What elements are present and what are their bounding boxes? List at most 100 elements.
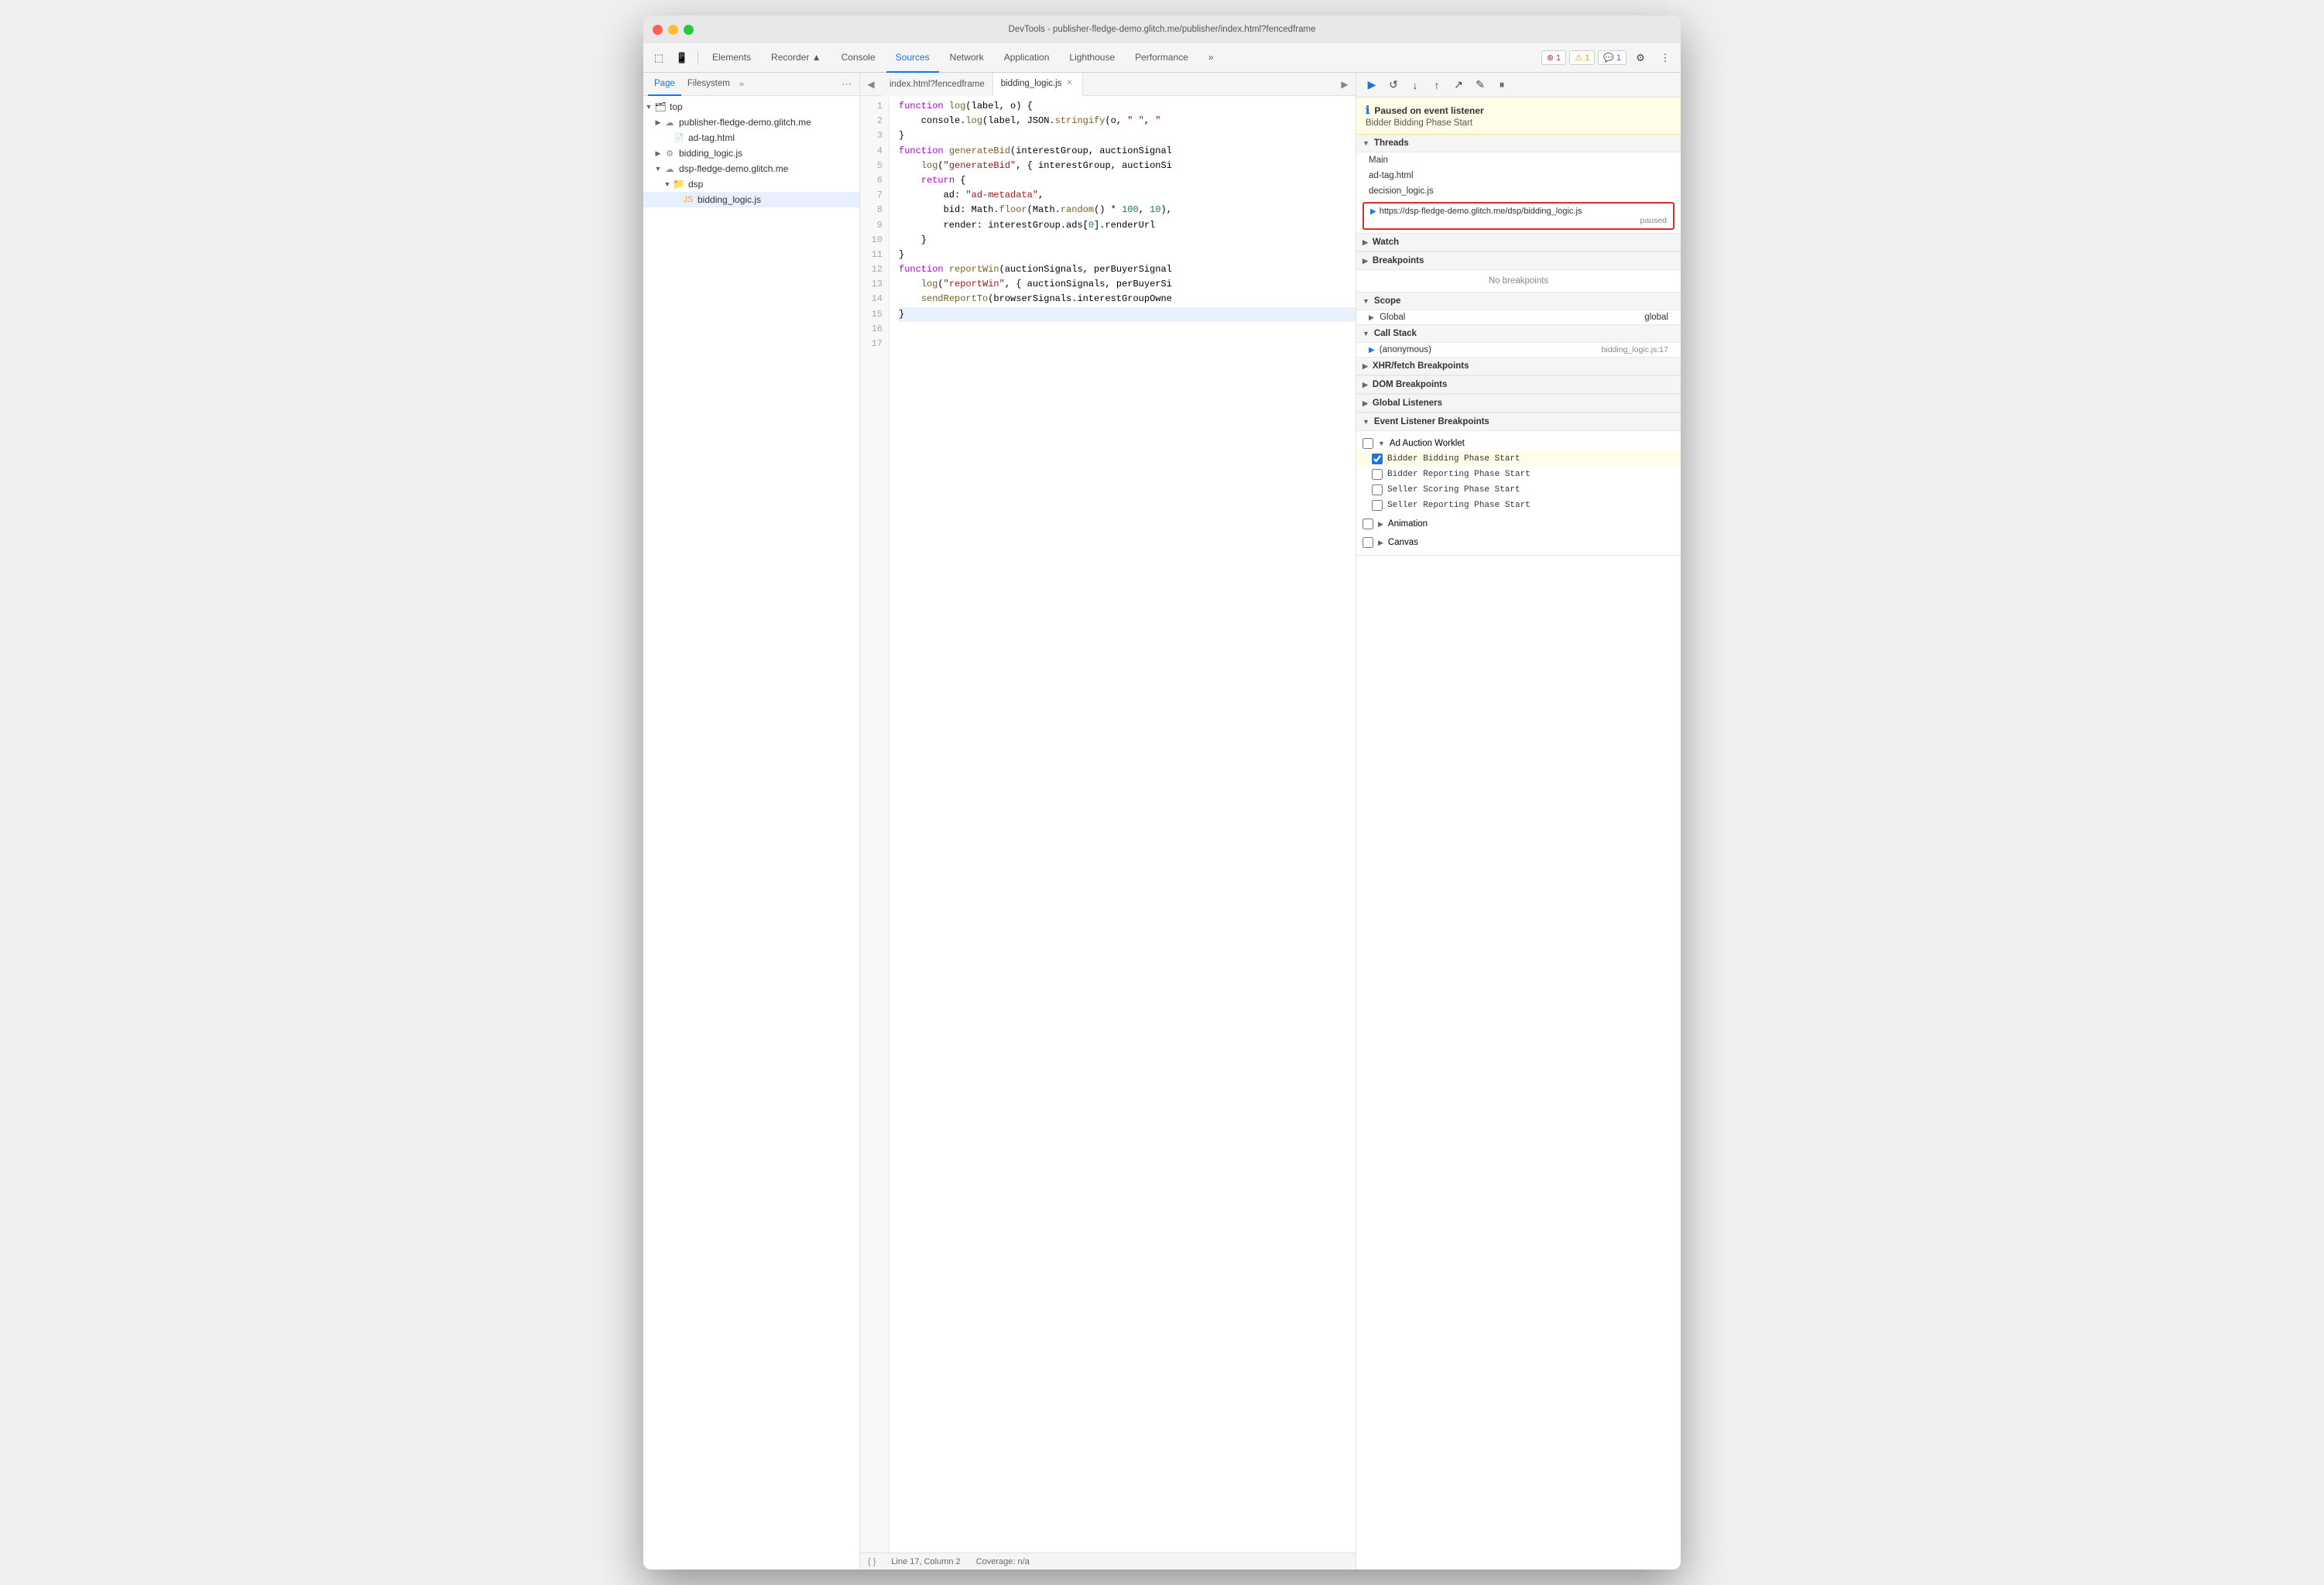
resume-button[interactable]: ▶ [1363, 76, 1381, 94]
tab-recorder[interactable]: Recorder ▲ [762, 43, 831, 73]
main-content: Page Filesystem » ⋯ ▼ 🗂 top ▶ ☁ publishe… [643, 73, 1681, 1570]
panel-tab-more[interactable]: » [739, 80, 744, 89]
code-line-16: sendReportTo(browserSignals.interestGrou… [899, 292, 1356, 306]
tree-label-bidding-gear: bidding_logic.js [679, 148, 742, 159]
folder-icon: 🗂 [654, 101, 667, 113]
tree-item-adtag[interactable]: ▶ 📄 ad-tag.html [643, 130, 859, 145]
device-emulation-button[interactable]: 📱 [671, 47, 693, 69]
tab-filesystem[interactable]: Filesystem [681, 73, 736, 96]
tab-application[interactable]: Application [995, 43, 1059, 73]
threads-label: Threads [1374, 139, 1409, 148]
warn-badge[interactable]: ⚠ 1 [1569, 50, 1595, 65]
step-out-button[interactable]: ↑ [1428, 76, 1446, 94]
tree-label-dsp: dsp [688, 179, 703, 190]
global-listeners-header[interactable]: ▶ Global Listeners [1356, 395, 1681, 413]
code-line-12: } [899, 248, 1356, 262]
tree-label-dsp-host: dsp-fledge-demo.glitch.me [679, 163, 788, 174]
bp-bidder-reporting-start[interactable]: Bidder Reporting Phase Start [1356, 467, 1681, 482]
chevron-down-icon-3: ▼ [662, 180, 673, 188]
bp-group-ad-auction-header[interactable]: ▼ Ad Auction Worklet [1356, 436, 1681, 451]
editor-tab-nav-left[interactable]: ◀ [860, 73, 882, 96]
editor-tab-index[interactable]: index.html?fencedframe [882, 73, 993, 96]
step-into-button[interactable]: ↓ [1406, 76, 1424, 94]
breakpoints-section-header[interactable]: ▶ Breakpoints [1356, 252, 1681, 270]
minimize-button[interactable] [668, 25, 678, 35]
code-editor[interactable]: 1 2 3 4 5 6 7 8 9 10 11 12 13 14 15 16 1 [860, 96, 1356, 1552]
tree-item-bidding-js[interactable]: ▶ JS bidding_logic.js [643, 192, 859, 207]
callstack-item-anon[interactable]: ▶ (anonymous) bidding_logic.js:17 [1356, 343, 1681, 357]
bp-group-animation-header[interactable]: ▶ Animation [1356, 516, 1681, 532]
thread-highlighted[interactable]: ▶ https://dsp-fledge-demo.glitch.me/dsp/… [1363, 202, 1674, 230]
tree-item-top[interactable]: ▼ 🗂 top [643, 99, 859, 115]
tab-console[interactable]: Console [832, 43, 885, 73]
error-badge[interactable]: ⊗ 1 [1541, 50, 1566, 65]
bp-bidder-reporting-start-label: Bidder Reporting Phase Start [1387, 470, 1530, 479]
bp-group-animation-checkbox[interactable] [1363, 519, 1373, 529]
bp-group-animation: ▶ Animation [1356, 515, 1681, 533]
format-icon[interactable]: { } [868, 1557, 876, 1566]
xhr-breakpoints-label: XHR/fetch Breakpoints [1373, 361, 1469, 371]
chevron-right-icon-scope-global: ▶ [1369, 313, 1374, 321]
thread-adtag[interactable]: ad-tag.html [1356, 168, 1681, 183]
bp-seller-scoring-start-checkbox[interactable] [1372, 484, 1383, 495]
watch-section-header[interactable]: ▶ Watch [1356, 234, 1681, 252]
close-button[interactable] [653, 25, 663, 35]
bp-seller-scoring-start[interactable]: Seller Scoring Phase Start [1356, 482, 1681, 498]
info-badge[interactable]: 💬 1 [1598, 50, 1626, 65]
bp-seller-reporting-start[interactable]: Seller Reporting Phase Start [1356, 498, 1681, 513]
tab-lighthouse[interactable]: Lighthouse [1060, 43, 1124, 73]
elb-content: ▼ Ad Auction Worklet Bidder Bidding Phas… [1356, 431, 1681, 555]
tab-page[interactable]: Page [648, 73, 681, 96]
code-line-2: console.log(label, JSON.stringify(o, " "… [899, 114, 1356, 128]
tree-item-dsp-host[interactable]: ▼ ☁ dsp-fledge-demo.glitch.me [643, 161, 859, 176]
call-stack-section-header[interactable]: ▼ Call Stack [1356, 325, 1681, 343]
code-line-15: log("reportWin", { auctionSignals, perBu… [899, 277, 1356, 292]
tree-item-bidding-gear[interactable]: ▶ ⚙ bidding_logic.js [643, 145, 859, 161]
gear-icon: ⚙ [663, 147, 676, 159]
bp-bidder-bidding-start[interactable]: Bidder Bidding Phase Start [1356, 451, 1681, 467]
threads-section: ▼ Threads Main ad-tag.html decision_logi… [1356, 135, 1681, 234]
tab-network[interactable]: Network [941, 43, 993, 73]
tab-performance[interactable]: Performance [1126, 43, 1198, 73]
threads-section-header[interactable]: ▼ Threads [1356, 135, 1681, 152]
bp-bidder-reporting-start-checkbox[interactable] [1372, 469, 1383, 480]
bp-seller-reporting-start-checkbox[interactable] [1372, 500, 1383, 511]
maximize-button[interactable] [684, 25, 694, 35]
code-line-17: } [899, 307, 1356, 322]
thread-main[interactable]: Main [1356, 152, 1681, 168]
bp-group-canvas-header[interactable]: ▶ Canvas [1356, 535, 1681, 550]
xhr-breakpoints-header[interactable]: ▶ XHR/fetch Breakpoints [1356, 358, 1681, 375]
more-button[interactable]: ⋮ [1654, 47, 1676, 69]
pause-on-exceptions-button[interactable]: ⏸ [1493, 76, 1511, 94]
tab-elements[interactable]: Elements [703, 43, 760, 73]
scope-global-item[interactable]: ▶ Global global [1356, 310, 1681, 324]
step-button[interactable]: ↗ [1449, 76, 1468, 94]
code-line-5: function generateBid(interestGroup, auct… [899, 144, 1356, 159]
breakpoints-section: ▶ Breakpoints No breakpoints [1356, 252, 1681, 293]
scope-section: ▼ Scope ▶ Global global [1356, 293, 1681, 325]
tree-item-publisher[interactable]: ▶ ☁ publisher-fledge-demo.glitch.me [643, 115, 859, 130]
cursor-tool-button[interactable]: ⬚ [648, 47, 670, 69]
settings-button[interactable]: ⚙ [1630, 47, 1651, 69]
no-breakpoints-text: No breakpoints [1356, 270, 1681, 292]
close-tab-icon[interactable]: ✕ [1064, 78, 1074, 88]
deactivate-breakpoints-button[interactable]: ✎ [1471, 76, 1489, 94]
bp-bidder-bidding-start-checkbox[interactable] [1372, 454, 1383, 464]
bp-group-canvas-checkbox[interactable] [1363, 537, 1373, 548]
step-over-button[interactable]: ↺ [1384, 76, 1403, 94]
paused-title: ℹ Paused on event listener [1366, 104, 1671, 117]
editor-tab-more[interactable]: ▶ [1334, 73, 1356, 96]
chevron-down-icon: ▼ [643, 103, 654, 111]
tab-more[interactable]: » [1199, 43, 1223, 73]
event-listener-breakpoints-header[interactable]: ▼ Event Listener Breakpoints [1356, 413, 1681, 431]
dom-breakpoints-header[interactable]: ▶ DOM Breakpoints [1356, 376, 1681, 394]
tab-sources[interactable]: Sources [886, 43, 939, 73]
panel-actions-more[interactable]: ⋯ [838, 77, 855, 92]
editor-tab-bidding[interactable]: bidding_logic.js ✕ [993, 73, 1083, 96]
bp-group-ad-auction-checkbox[interactable] [1363, 438, 1373, 449]
scope-global-value: global [1644, 313, 1668, 322]
scope-section-header[interactable]: ▼ Scope [1356, 293, 1681, 310]
thread-decision[interactable]: decision_logic.js [1356, 183, 1681, 199]
warn-icon: ⚠ [1575, 53, 1582, 63]
tree-item-dsp-folder[interactable]: ▼ 📁 dsp [643, 176, 859, 192]
